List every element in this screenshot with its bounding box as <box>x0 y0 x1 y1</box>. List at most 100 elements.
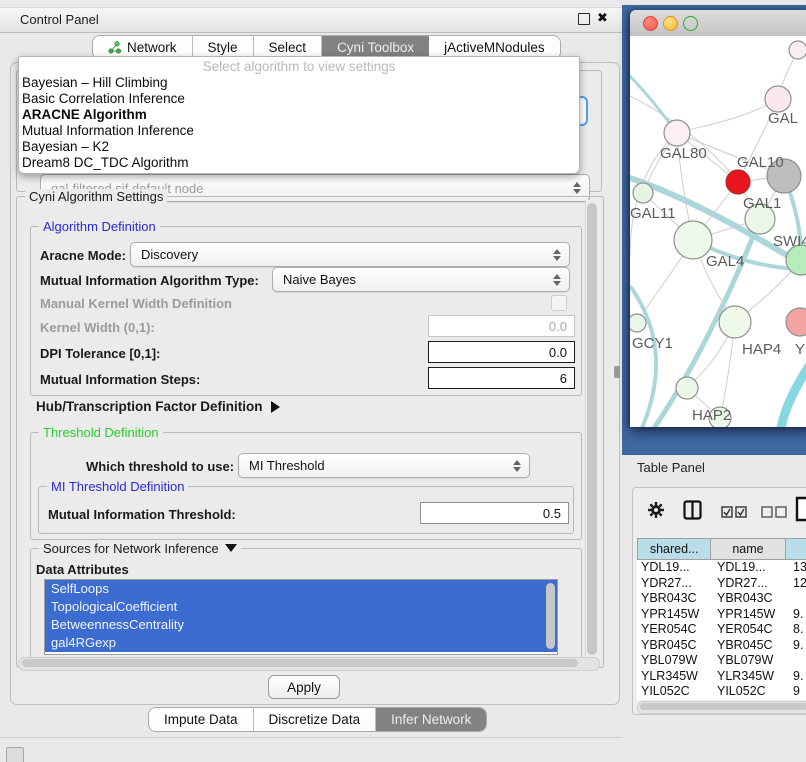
node-gal11[interactable] <box>633 183 653 203</box>
hub-section-label: Hub/Transcription Factor Definition <box>36 399 263 414</box>
new-table-file-icon[interactable] <box>795 496 806 527</box>
float-window-icon[interactable] <box>578 13 590 25</box>
network-canvas[interactable]: GAL GAL80 GAL10 GAL1 GAL11 SWI4 GAL4 GCY… <box>630 36 806 427</box>
apply-button-label: Apply <box>287 680 321 695</box>
stepper-icon <box>549 274 565 286</box>
cell: YPR145W <box>637 607 713 623</box>
manual-kernel-checkbox[interactable] <box>551 295 567 311</box>
panel-bottom-edge <box>0 737 622 738</box>
column-header-shared-name[interactable]: shared... <box>637 538 711 560</box>
table-body[interactable]: YDL19...YDL19...13 YDR27...YDR27...12 YB… <box>637 560 806 700</box>
tab-infer-network[interactable]: Infer Network <box>376 708 486 731</box>
network-graph-icon <box>108 41 121 54</box>
column-header-name[interactable]: name <box>711 538 785 560</box>
stepper-icon <box>549 249 565 261</box>
node-label-hap2: HAP2 <box>692 407 731 424</box>
mi-threshold-value: 0.5 <box>543 506 561 521</box>
node-selected-red[interactable] <box>726 170 750 194</box>
aracne-mode-combo[interactable]: Discovery <box>130 242 570 267</box>
expanded-arrow-icon <box>225 544 237 552</box>
table-row[interactable]: YBR043CYBR043C <box>637 591 806 607</box>
mi-type-label: Mutual Information Algorithm Type: <box>40 273 259 288</box>
table-row[interactable]: YDL19...YDL19...13 <box>637 560 806 576</box>
dpi-tolerance-field[interactable]: 0.0 <box>428 341 575 363</box>
tab-discretize-data-label: Discretize Data <box>269 712 361 727</box>
kernel-width-field[interactable]: 0.0 <box>428 315 575 337</box>
network-window[interactable]: GAL GAL80 GAL10 GAL1 GAL11 SWI4 GAL4 GCY… <box>630 10 806 427</box>
node-hap4[interactable] <box>719 306 751 338</box>
data-attributes-list[interactable]: SelfLoops TopologicalCoefficient Between… <box>44 579 558 655</box>
node-partial-top[interactable] <box>789 41 806 59</box>
close-traffic-light[interactable] <box>643 16 658 31</box>
tab-select-label: Select <box>269 40 307 55</box>
list-item-selfloops[interactable]: SelfLoops <box>45 580 557 598</box>
table-hscrollbar-track[interactable] <box>637 701 806 714</box>
mi-steps-field[interactable]: 6 <box>428 367 575 389</box>
cyni-algorithm-settings-title: Cyni Algorithm Settings <box>25 189 167 204</box>
mi-type-combo[interactable]: Naive Bayes <box>272 267 570 292</box>
settings-scrollbar-track[interactable] <box>585 200 599 662</box>
dropdown-item-basic-correlation[interactable]: Basic Correlation Inference <box>19 91 579 107</box>
cell: 12 <box>789 576 806 592</box>
list-item-betweennesscentrality[interactable]: BetweennessCentrality <box>45 616 557 634</box>
which-threshold-combo[interactable]: MI Threshold <box>238 453 530 478</box>
settings-scrollbar-thumb[interactable] <box>587 203 597 655</box>
table-row[interactable]: YBR045CYBR045C9. <box>637 638 806 654</box>
split-columns-icon[interactable] <box>683 500 702 525</box>
dropdown-item-mutual-information[interactable]: Mutual Information Inference <box>19 123 579 139</box>
table-header-row: shared... name <box>637 538 806 560</box>
tab-impute-data[interactable]: Impute Data <box>149 708 254 731</box>
dropdown-item-aracne[interactable]: ARACNE Algorithm <box>19 107 579 123</box>
show-checked-columns-icon[interactable] <box>721 505 747 523</box>
table-row[interactable]: YLR345WYLR345W9. <box>637 669 806 685</box>
table-row[interactable]: YBL079WYBL079W <box>637 653 806 669</box>
network-graph[interactable]: GAL GAL80 GAL10 GAL1 GAL11 SWI4 GAL4 GCY… <box>630 36 806 427</box>
table-row[interactable]: YER054CYER054C8. <box>637 622 806 638</box>
node-hap2[interactable] <box>676 377 698 399</box>
cell: YIL052C <box>713 684 789 700</box>
minimized-panel-icon[interactable] <box>6 747 24 762</box>
dropdown-item-bayesian-k2[interactable]: Bayesian – K2 <box>19 139 579 155</box>
close-icon[interactable]: ✖ <box>597 10 608 26</box>
cell: 9. <box>789 669 806 685</box>
screen: Control Panel ✖ Network Style Select C <box>0 0 806 762</box>
settings-hscrollbar-thumb[interactable] <box>22 659 578 667</box>
node-gal80[interactable] <box>664 120 690 146</box>
gear-icon[interactable] <box>647 501 665 524</box>
cell: YBR045C <box>713 638 789 654</box>
mi-threshold-field[interactable]: 0.5 <box>420 502 569 524</box>
apply-button[interactable]: Apply <box>268 675 340 699</box>
mi-steps-value: 6 <box>560 371 567 386</box>
list-item-topologicalcoefficient[interactable]: TopologicalCoefficient <box>45 598 557 616</box>
cell: 13 <box>789 560 806 576</box>
splitter-grip[interactable] <box>614 366 620 378</box>
zoom-traffic-light[interactable] <box>683 16 698 31</box>
column-header-partial[interactable] <box>786 538 806 560</box>
table-panel-window: shared... name YDL19...YDL19...13 YDR27.… <box>632 487 806 715</box>
table-row[interactable]: YDR27...YDR27...12 <box>637 576 806 592</box>
node-y-partial[interactable] <box>786 308 806 336</box>
minimize-traffic-light[interactable] <box>663 16 678 31</box>
table-hscrollbar-thumb[interactable] <box>640 703 806 710</box>
node-label-gal11: GAL11 <box>630 205 676 222</box>
settings-hscrollbar-track[interactable] <box>18 657 600 671</box>
list-scrollbar-thumb[interactable] <box>546 583 555 649</box>
sources-group-title: Sources for Network Inference <box>39 541 241 556</box>
kernel-width-label: Kernel Width (0,1): <box>40 320 155 335</box>
dropdown-item-bayesian-hill-climbing[interactable]: Bayesian – Hill Climbing <box>19 75 579 91</box>
table-row[interactable]: YIL052CYIL052C9 <box>637 684 806 700</box>
threshold-definition-title: Threshold Definition <box>39 425 163 440</box>
table-row[interactable]: YPR145WYPR145W9. <box>637 607 806 623</box>
cell: 9. <box>789 607 806 623</box>
hub-section-toggle[interactable]: Hub/Transcription Factor Definition <box>36 399 280 414</box>
cell: YDL19... <box>713 560 789 576</box>
dropdown-item-dream8[interactable]: Dream8 DC_TDC Algorithm <box>19 155 579 171</box>
list-item-gal4rgexp[interactable]: gal4RGexp <box>45 634 557 652</box>
tab-discretize-data[interactable]: Discretize Data <box>254 708 377 731</box>
node-label-gal-top: GAL <box>768 110 798 127</box>
manual-kernel-label: Manual Kernel Width Definition <box>40 296 232 311</box>
cell: YLR345W <box>637 669 713 685</box>
node-gal-top[interactable] <box>765 86 791 112</box>
hide-columns-icon[interactable] <box>761 505 787 523</box>
node-gcy1[interactable] <box>630 314 646 332</box>
